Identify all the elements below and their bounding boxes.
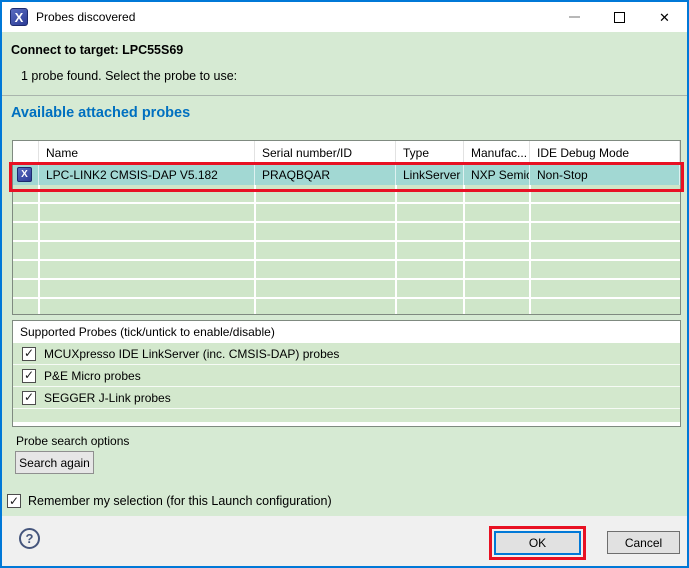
window-title: Probes discovered xyxy=(36,10,135,24)
column-header-serial[interactable]: Serial number/ID xyxy=(255,141,396,164)
probe-found-label: 1 probe found. Select the probe to use: xyxy=(21,69,237,83)
maximize-button[interactable] xyxy=(597,2,642,32)
dialog-footer: ? OK Cancel xyxy=(2,516,687,566)
close-button[interactable]: ✕ xyxy=(642,2,687,32)
probe-manufacturer-cell: NXP Semico xyxy=(464,164,530,185)
grid-divider xyxy=(38,185,40,314)
probe-serial-cell: PRAQBQAR xyxy=(255,164,396,185)
supported-probe-label: P&E Micro probes xyxy=(44,369,141,383)
empty-table-rows xyxy=(13,185,680,314)
header-separator xyxy=(2,95,687,96)
checkbox-checked-icon[interactable] xyxy=(7,494,21,508)
supported-probes-section: Supported Probes (tick/untick to enable/… xyxy=(12,320,681,427)
minimize-icon xyxy=(569,16,580,18)
supported-probe-item-linkserver[interactable]: MCUXpresso IDE LinkServer (inc. CMSIS-DA… xyxy=(13,343,680,365)
mcuxpresso-x-icon: X xyxy=(17,167,32,182)
remember-selection-label: Remember my selection (for this Launch c… xyxy=(28,494,332,508)
minimize-button[interactable] xyxy=(552,2,597,32)
close-icon: ✕ xyxy=(659,11,670,24)
supported-probe-label: MCUXpresso IDE LinkServer (inc. CMSIS-DA… xyxy=(44,347,339,361)
grid-divider xyxy=(463,185,465,314)
column-header-name[interactable]: Name xyxy=(39,141,255,164)
window-controls: ✕ xyxy=(552,2,687,32)
maximize-icon xyxy=(614,12,625,23)
checkbox-checked-icon[interactable] xyxy=(22,391,36,405)
supported-probe-item-segger[interactable]: SEGGER J-Link probes xyxy=(13,387,680,409)
supported-probe-label: SEGGER J-Link probes xyxy=(44,391,171,405)
ok-button-highlight-annotation: OK xyxy=(489,526,586,560)
grid-divider xyxy=(529,185,531,314)
supported-probes-heading: Supported Probes (tick/untick to enable/… xyxy=(13,321,680,343)
probe-name-cell: LPC-LINK2 CMSIS-DAP V5.182 xyxy=(39,164,255,185)
help-button[interactable]: ? xyxy=(19,528,40,549)
row-icon-cell: X xyxy=(13,164,39,185)
supported-probe-item-pemicro[interactable]: P&E Micro probes xyxy=(13,365,680,387)
checkbox-checked-icon[interactable] xyxy=(22,347,36,361)
table-row-probe-selected[interactable]: X LPC-LINK2 CMSIS-DAP V5.182 PRAQBQAR Li… xyxy=(13,164,680,185)
probe-type-cell: LinkServer xyxy=(396,164,464,185)
supported-probes-footer-strip xyxy=(13,422,680,426)
connect-target-label: Connect to target: LPC55S69 xyxy=(11,43,183,57)
probe-search-options-label: Probe search options xyxy=(16,434,129,448)
column-header-ide-debug-mode[interactable]: IDE Debug Mode xyxy=(530,141,680,164)
search-again-button[interactable]: Search again xyxy=(15,451,94,474)
probe-debug-mode-cell: Non-Stop xyxy=(530,164,680,185)
cancel-button[interactable]: Cancel xyxy=(607,531,680,554)
grid-divider xyxy=(395,185,397,314)
checkbox-checked-icon[interactable] xyxy=(22,369,36,383)
column-header-icon[interactable] xyxy=(13,141,39,164)
remember-selection-option[interactable]: Remember my selection (for this Launch c… xyxy=(7,494,332,508)
grid-divider xyxy=(254,185,256,314)
table-header-row: Name Serial number/ID Type Manufac... ID… xyxy=(13,141,680,164)
mcuxpresso-x-icon: X xyxy=(10,8,28,26)
probes-discovered-dialog: X Probes discovered ✕ Connect to target:… xyxy=(0,0,689,568)
available-probes-heading: Available attached probes xyxy=(11,105,190,121)
column-header-manufacturer[interactable]: Manufac... xyxy=(464,141,530,164)
title-bar: X Probes discovered ✕ xyxy=(2,2,687,32)
column-header-type[interactable]: Type xyxy=(396,141,464,164)
ok-button[interactable]: OK xyxy=(494,531,581,555)
probes-table: Name Serial number/ID Type Manufac... ID… xyxy=(12,140,681,315)
